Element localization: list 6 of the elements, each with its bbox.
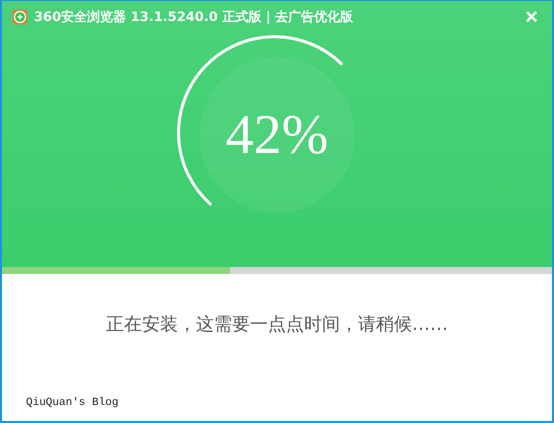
close-button[interactable]: × [521, 6, 542, 28]
progress-percent: 42% [226, 103, 328, 167]
status-message: 正在安装，这需要一点点时间，请稍候…… [106, 313, 448, 336]
footer-credit: QiuQuan's Blog [26, 397, 120, 409]
window-title: 360安全浏览器 13.1.5240.0 正式版 | 去广告优化版 [34, 8, 354, 26]
logo-icon [12, 9, 28, 25]
